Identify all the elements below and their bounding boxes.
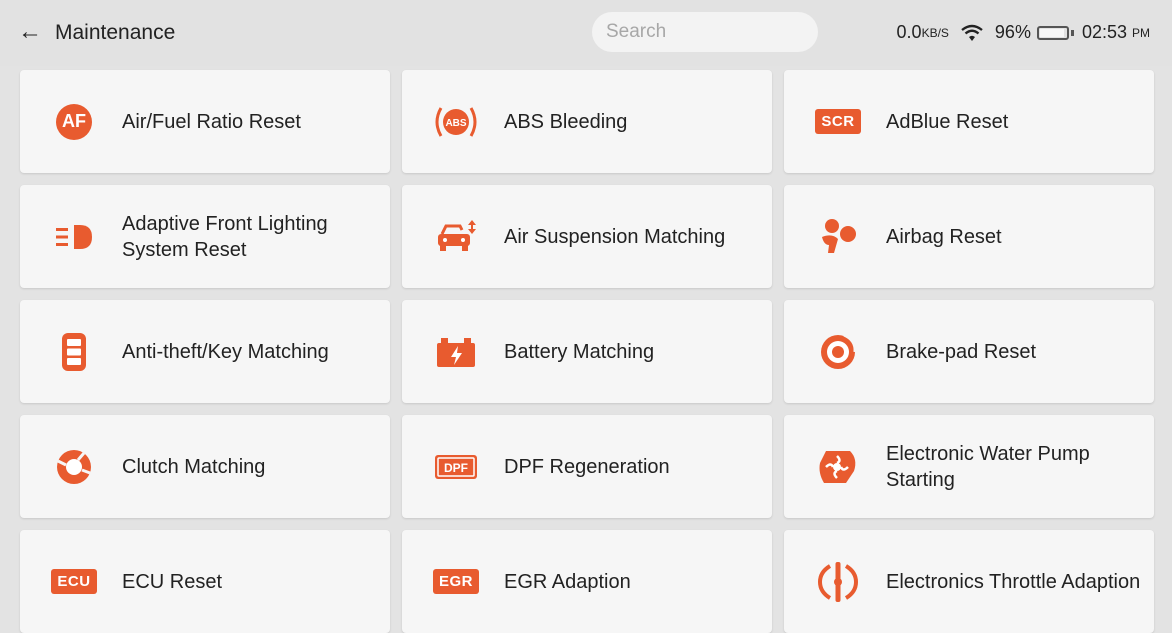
throttle-icon — [810, 560, 866, 604]
clock-time: 02:53 — [1081, 22, 1127, 42]
wifi-icon — [961, 24, 983, 41]
tile-label: Adaptive Front Lighting System Reset — [122, 212, 328, 261]
ecu-badge-icon: ECU — [46, 560, 102, 604]
tile-label: ABS Bleeding — [504, 110, 628, 133]
tile-egr-adaption[interactable]: EGR EGR Adaption — [402, 530, 772, 633]
tile-label: Anti-theft/Key Matching — [122, 340, 329, 363]
battery-icon — [1036, 25, 1069, 40]
battery-icon — [428, 330, 484, 374]
dpf-icon: DPF — [428, 445, 484, 489]
tile-anti-theft-key-matching[interactable]: Anti-theft/Key Matching — [20, 300, 390, 403]
tile-ecu-reset[interactable]: ECU ECU Reset — [20, 530, 390, 633]
af-badge-icon: AF — [46, 100, 102, 144]
search-input[interactable] — [604, 20, 818, 44]
tile-label: Air/Fuel Ratio Reset — [122, 110, 301, 133]
tile-label: Air Suspension Matching — [504, 225, 726, 248]
tile-electronics-throttle-adaption[interactable]: Electronics Throttle Adaption — [784, 530, 1154, 633]
battery-percent: 96% — [994, 22, 1031, 42]
tile-label: Airbag Reset — [886, 225, 1002, 248]
headlight-icon — [46, 215, 102, 259]
abs-icon: ABS — [428, 100, 484, 144]
water-pump-icon — [810, 445, 866, 489]
tile-electronic-water-pump-starting[interactable]: Electronic Water Pump Starting — [784, 415, 1154, 518]
brake-disc-icon — [810, 330, 866, 374]
tile-label: Clutch Matching — [122, 455, 266, 478]
tile-air-suspension-matching[interactable]: Air Suspension Matching — [402, 185, 772, 288]
tile-label: ECU Reset — [122, 570, 223, 593]
clutch-icon — [46, 445, 102, 489]
tile-label: DPF Regeneration — [504, 455, 670, 478]
tile-dpf-regeneration[interactable]: DPF DPF Regeneration — [402, 415, 772, 518]
arrow-left-icon[interactable]: ← — [18, 20, 42, 44]
tile-label: Brake-pad Reset — [886, 340, 1037, 363]
airbag-icon — [810, 215, 866, 259]
status-bar: 0.0 KB/S 96% 02:53 PM — [897, 22, 1150, 43]
svg-text:DPF: DPF — [444, 461, 468, 475]
car-suspension-icon — [428, 215, 484, 259]
tile-clutch-matching[interactable]: Clutch Matching — [20, 415, 390, 518]
tile-label: AdBlue Reset — [886, 110, 1009, 133]
search-box[interactable] — [592, 12, 818, 52]
tile-label: Electronics Throttle Adaption — [886, 570, 1141, 593]
tile-label: Electronic Water Pump Starting — [886, 442, 1090, 491]
tile-battery-matching[interactable]: Battery Matching — [402, 300, 772, 403]
tile-airbag-reset[interactable]: Airbag Reset — [784, 185, 1154, 288]
maintenance-grid: AF Air/Fuel Ratio Reset ABS ABS Bleeding… — [20, 70, 1154, 633]
tile-air-fuel-ratio-reset[interactable]: AF Air/Fuel Ratio Reset — [20, 70, 390, 173]
tile-label: Battery Matching — [504, 340, 655, 363]
battery-tip — [1070, 29, 1074, 36]
scr-badge-icon: SCR — [810, 100, 866, 144]
net-speed-unit: KB/S — [921, 25, 949, 40]
tile-abs-bleeding[interactable]: ABS ABS Bleeding — [402, 70, 772, 173]
page-title: Maintenance — [55, 21, 176, 44]
tile-brake-pad-reset[interactable]: Brake-pad Reset — [784, 300, 1154, 403]
egr-badge-icon: EGR — [428, 560, 484, 604]
top-bar: ← Maintenance 0.0 KB/S 96% 02:53 PM — [0, 0, 1172, 66]
key-fob-icon — [46, 330, 102, 374]
tile-adblue-reset[interactable]: SCR AdBlue Reset — [784, 70, 1154, 173]
clock-ampm: PM — [1132, 25, 1150, 40]
tile-adaptive-front-lighting[interactable]: Adaptive Front Lighting System Reset — [20, 185, 390, 288]
tile-label: EGR Adaption — [504, 570, 631, 593]
net-speed-value: 0.0 — [896, 22, 922, 42]
svg-text:ABS: ABS — [445, 118, 466, 129]
